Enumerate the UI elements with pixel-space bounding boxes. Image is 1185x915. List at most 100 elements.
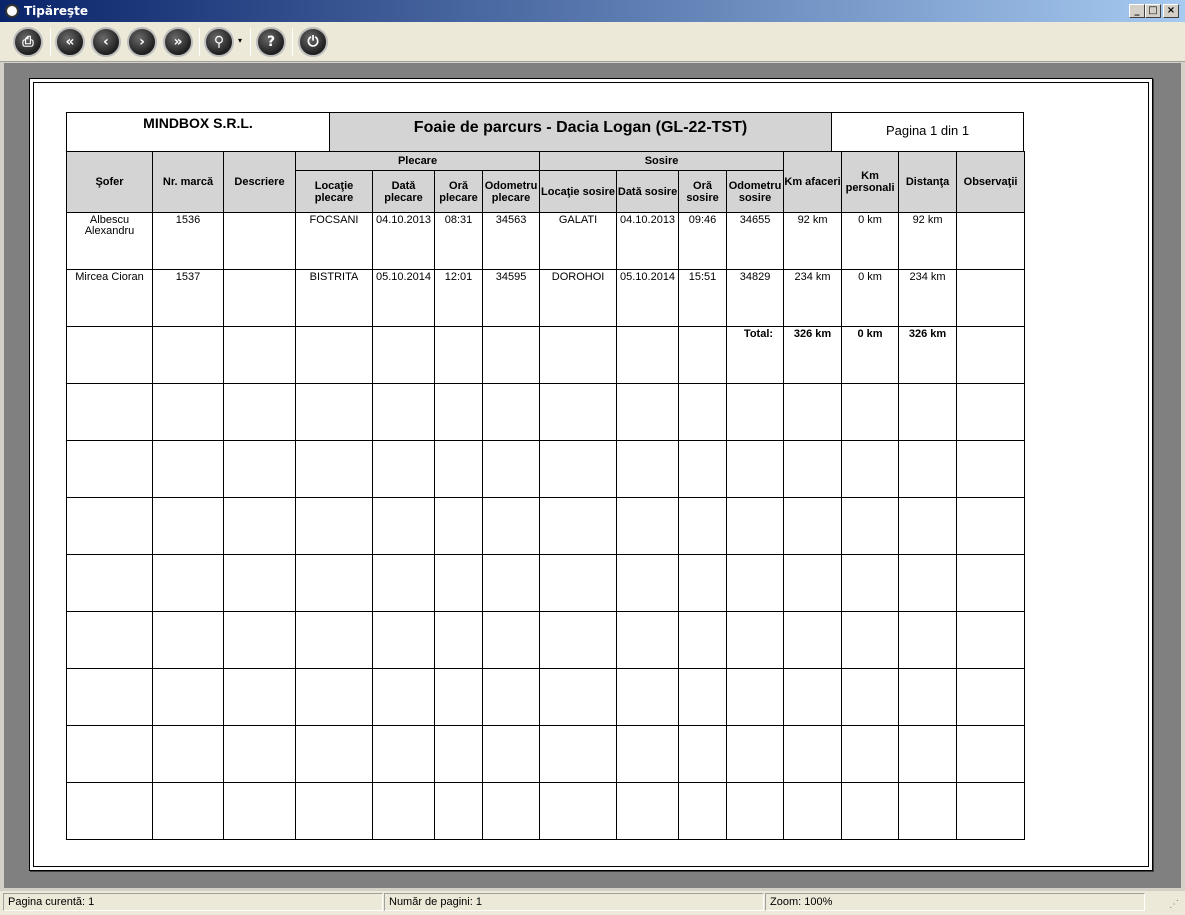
empty-cell xyxy=(956,668,1026,726)
empty-cell xyxy=(481,440,541,498)
empty-cell xyxy=(841,782,900,840)
empty-cell xyxy=(372,725,435,783)
previous-page-icon[interactable]: ‹ xyxy=(91,27,121,57)
empty-cell xyxy=(841,497,900,555)
next-page-icon[interactable]: › xyxy=(127,27,157,57)
empty-cell xyxy=(481,383,541,441)
empty-cell xyxy=(898,668,958,726)
empty-cell xyxy=(152,497,224,555)
table-cell: 0 km xyxy=(841,269,900,327)
empty-cell xyxy=(372,440,435,498)
toolbar-separator xyxy=(50,28,51,56)
empty-cell xyxy=(223,497,296,555)
empty-cell xyxy=(783,611,843,669)
empty-cell xyxy=(783,554,843,612)
col-dep-time: Oră plecare xyxy=(434,170,483,213)
total-km-business: 326 km xyxy=(783,326,843,384)
close-button[interactable]: × xyxy=(1163,4,1179,18)
empty-cell xyxy=(481,782,541,840)
empty-cell xyxy=(841,725,900,783)
empty-cell xyxy=(726,782,785,840)
empty-cell xyxy=(223,725,296,783)
table-cell: 04.10.2013 xyxy=(616,212,680,270)
table-cell: Albescu Alexandru xyxy=(66,212,153,270)
empty-cell xyxy=(956,554,1026,612)
empty-cell xyxy=(539,383,618,441)
empty-cell xyxy=(481,725,541,783)
col-km-personal: Km personali xyxy=(841,151,900,213)
empty-cell xyxy=(152,554,224,612)
maximize-button[interactable]: □ xyxy=(1145,4,1161,18)
empty-cell xyxy=(481,497,541,555)
empty-cell xyxy=(152,383,224,441)
title-bar: Tipăreşte _ □ × xyxy=(0,0,1185,22)
window-title: Tipăreşte xyxy=(24,4,89,18)
empty-cell xyxy=(678,383,728,441)
empty-cell xyxy=(841,554,900,612)
col-notes: Observaţii xyxy=(956,151,1026,213)
empty-cell xyxy=(66,383,153,441)
help-icon[interactable]: ? xyxy=(256,27,286,57)
toolbar-separator xyxy=(199,28,200,56)
empty-cell xyxy=(295,554,373,612)
empty-cell xyxy=(726,725,785,783)
first-page-icon[interactable]: « xyxy=(55,27,85,57)
exit-icon[interactable]: ⏻ xyxy=(298,27,328,57)
table-cell: 92 km xyxy=(898,212,958,270)
empty-cell xyxy=(152,725,224,783)
app-icon xyxy=(5,4,19,18)
resize-grip-icon[interactable]: ⋰ xyxy=(1169,899,1181,911)
empty-cell xyxy=(956,497,1026,555)
empty-cell xyxy=(152,440,224,498)
total-km-personal: 0 km xyxy=(841,326,900,384)
zoom-icon[interactable]: ⚲ xyxy=(204,27,234,57)
last-page-icon[interactable]: » xyxy=(163,27,193,57)
report-title: Foaie de parcurs - Dacia Logan (GL-22-TS… xyxy=(329,112,832,153)
table-cell xyxy=(223,212,296,270)
empty-cell xyxy=(434,497,483,555)
empty-cell xyxy=(295,782,373,840)
empty-cell xyxy=(539,554,618,612)
empty-cell xyxy=(66,497,153,555)
empty-cell xyxy=(295,440,373,498)
table-cell: BISTRITA xyxy=(295,269,373,327)
empty-cell xyxy=(223,383,296,441)
zoom-dropdown-icon[interactable]: ▾ xyxy=(238,36,242,45)
table-cell: 1536 xyxy=(152,212,224,270)
empty-cell xyxy=(372,611,435,669)
company-name: MINDBOX S.R.L. xyxy=(66,112,330,153)
empty-cell xyxy=(434,554,483,612)
empty-cell xyxy=(956,725,1026,783)
print-icon[interactable]: ⎙ xyxy=(13,27,43,57)
empty-cell xyxy=(295,611,373,669)
empty-cell xyxy=(372,383,435,441)
col-badge: Nr. marcă xyxy=(152,151,224,213)
empty-cell xyxy=(898,497,958,555)
empty-cell xyxy=(898,611,958,669)
empty-cell xyxy=(372,782,435,840)
minimize-button[interactable]: _ xyxy=(1129,4,1145,18)
table-cell: 34829 xyxy=(726,269,785,327)
totals-row: Total: 326 km 0 km 326 km xyxy=(66,326,1026,384)
empty-cell xyxy=(434,725,483,783)
empty-cell xyxy=(66,440,153,498)
empty-cell xyxy=(223,668,296,726)
empty-cell xyxy=(616,668,680,726)
empty-row xyxy=(66,668,1026,726)
empty-cell xyxy=(898,440,958,498)
empty-cell xyxy=(223,611,296,669)
empty-cell xyxy=(898,554,958,612)
empty-cell xyxy=(66,668,153,726)
empty-cell xyxy=(898,383,958,441)
empty-cell xyxy=(295,383,373,441)
table-cell: 1537 xyxy=(152,269,224,327)
table-cell xyxy=(956,269,1026,327)
empty-cell xyxy=(539,440,618,498)
table-cell: 234 km xyxy=(898,269,958,327)
empty-cell xyxy=(539,611,618,669)
empty-cell xyxy=(66,725,153,783)
empty-cell xyxy=(616,383,680,441)
empty-cell xyxy=(152,611,224,669)
empty-cell xyxy=(66,554,153,612)
status-bar: Pagina curentă: 1 Număr de pagini: 1 Zoo… xyxy=(0,891,1185,915)
